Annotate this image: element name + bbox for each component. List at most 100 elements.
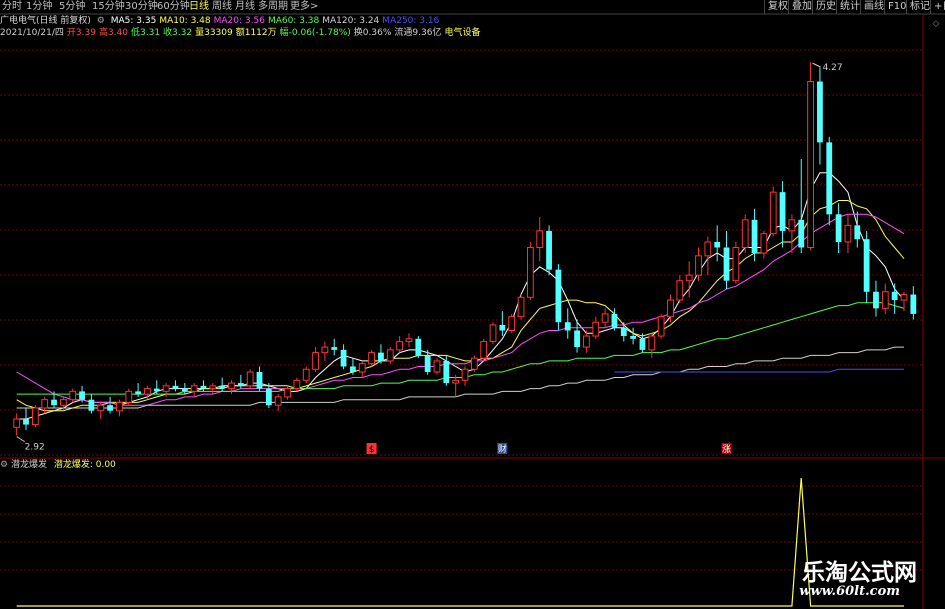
- candle-body: [350, 366, 356, 372]
- candle-body: [246, 371, 254, 387]
- candle-body: [358, 363, 366, 373]
- candle-body: [433, 360, 441, 373]
- low-price-label: 2.92: [25, 443, 45, 453]
- indicator-title-line: ⚙ 潜龙爆发 潜龙爆发: 0.00: [0, 460, 116, 471]
- candle-body: [779, 192, 786, 231]
- candle-body: [648, 335, 656, 351]
- candle-body: [79, 391, 85, 400]
- candle-body: [788, 219, 796, 232]
- candle-body: [302, 368, 310, 381]
- candle-body: [489, 324, 497, 343]
- candle-body: [657, 316, 665, 337]
- candle-body: [415, 338, 422, 356]
- candle-body: [900, 294, 908, 301]
- candle-body: [59, 399, 67, 406]
- candle-body: [601, 313, 609, 323]
- candle-body: [396, 341, 404, 351]
- candle-body: [685, 274, 693, 282]
- candle-body: [97, 404, 105, 412]
- candle-body: [807, 81, 814, 248]
- candle-body: [620, 327, 627, 337]
- candle-body: [863, 239, 870, 292]
- candle-body: [23, 419, 29, 425]
- ma-line-ma60: [16, 302, 905, 395]
- candle-body: [237, 383, 244, 386]
- candle-body: [452, 379, 460, 384]
- high-pointer: [812, 62, 821, 68]
- watermark-url: www.60lt.com: [799, 584, 900, 599]
- candle-body: [31, 407, 39, 426]
- candle-body: [741, 219, 749, 248]
- candle-body: [517, 296, 525, 318]
- candle-body: [630, 336, 637, 339]
- candle-body: [723, 247, 730, 281]
- watermark-title: 乐淘公式网: [802, 560, 917, 586]
- candle-body: [461, 368, 469, 381]
- diamond-icon: ◇: [933, 19, 940, 29]
- candle-body: [873, 291, 879, 309]
- candle-body: [162, 385, 170, 392]
- candle-body: [826, 142, 833, 215]
- candle-body: [881, 291, 889, 309]
- candle-body: [190, 385, 198, 392]
- ma-line-ma250: [614, 368, 904, 373]
- candle-body: [88, 399, 95, 411]
- candle-body: [284, 388, 291, 398]
- candle-body: [798, 219, 805, 248]
- ma-line-ma20: [16, 213, 905, 406]
- candle-body: [714, 241, 721, 248]
- high-price-label: 4.27: [823, 63, 843, 73]
- candle-body: [172, 385, 179, 389]
- candle-body: [639, 338, 646, 350]
- candle-body: [312, 352, 319, 370]
- candle-body: [135, 391, 141, 395]
- candle-body: [564, 322, 571, 331]
- event-marker-1: 财: [498, 443, 507, 455]
- candle-body: [219, 385, 226, 389]
- low-pointer: [16, 436, 25, 443]
- candle-body: [274, 396, 282, 406]
- candle-body: [546, 230, 552, 270]
- candle-body: [499, 324, 506, 331]
- kline-chart[interactable]: 4.27 2.92 $ 财 涨 ◇: [0, 0, 945, 609]
- candle-body: [508, 316, 516, 331]
- candle-body: [321, 346, 329, 354]
- event-marker-0: $: [369, 445, 375, 455]
- candle-body: [536, 230, 544, 248]
- candle-body: [835, 214, 842, 242]
- candle-body: [760, 233, 768, 254]
- candle-body: [405, 338, 413, 343]
- candle-body: [200, 385, 207, 389]
- indicator-name: 潜龙爆发: [10, 460, 47, 470]
- candle-body: [854, 225, 861, 240]
- candle-body: [116, 401, 123, 412]
- candle-body: [144, 388, 151, 395]
- candle-body: [695, 255, 702, 276]
- candle-body: [386, 349, 394, 362]
- candle-body: [368, 352, 375, 365]
- candle-body: [69, 390, 77, 401]
- candle-body: [704, 241, 712, 257]
- candle-body: [611, 313, 618, 328]
- candle-body: [125, 390, 133, 403]
- candle-body: [583, 335, 590, 348]
- indicator-gear-icon[interactable]: ⚙: [0, 460, 8, 470]
- candle-body: [331, 347, 338, 350]
- candle-body: [265, 388, 272, 406]
- candle-body: [107, 405, 113, 411]
- candle-body: [844, 224, 852, 243]
- candle-body: [209, 385, 217, 390]
- candle-body: [769, 191, 777, 235]
- indicator-value: 潜龙爆发: 0.00: [53, 460, 116, 470]
- candle-body: [555, 269, 562, 323]
- candle-body: [443, 360, 450, 384]
- candle-body: [817, 81, 823, 143]
- candle-body: [51, 399, 57, 406]
- candle-body: [378, 352, 384, 361]
- candle-body: [891, 291, 898, 301]
- candle-body: [293, 379, 301, 390]
- candle-body: [526, 247, 534, 298]
- candle-body: [181, 388, 188, 392]
- candle-body: [910, 294, 917, 314]
- candle-body: [470, 357, 478, 370]
